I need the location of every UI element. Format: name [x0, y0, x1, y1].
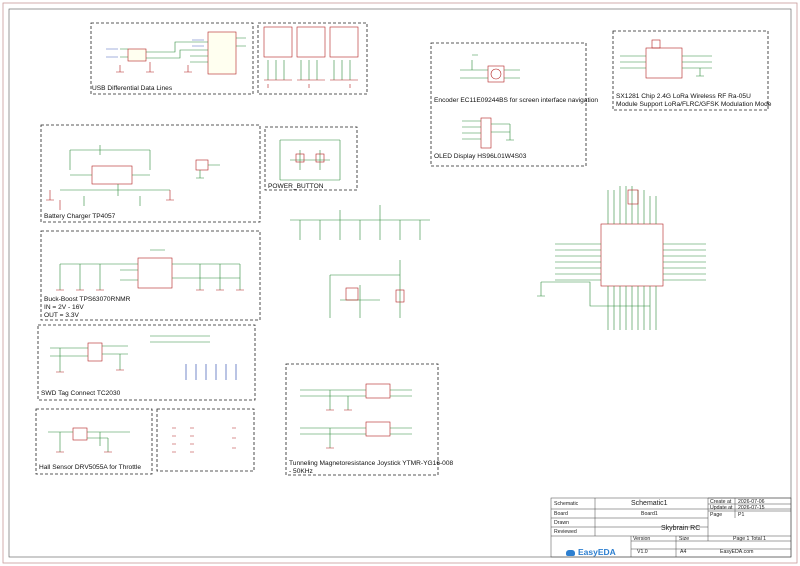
frame-battery: [40, 124, 261, 223]
label-encoder: Encoder EC11E09244BS for screen interfac…: [434, 97, 599, 104]
tb-board-label: Board: [554, 511, 568, 517]
tb-schematic-value: Schematic1: [631, 500, 668, 507]
tc2030-connector: [87, 342, 103, 362]
frame-joystick: [285, 363, 439, 476]
frame-joystick-pins: [156, 408, 255, 472]
connector-circuit: [263, 26, 359, 88]
usb-circuit: [106, 31, 246, 75]
label-power-button: POWER_BUTTON: [268, 183, 324, 190]
easyeda-logo-text: EasyEDA: [578, 547, 616, 557]
battery-circuit: [46, 145, 220, 210]
label-lora-module: Module Support LoRa/FLRC/GFSK Modulation…: [616, 101, 772, 108]
tb-page-label: Page: [710, 512, 723, 518]
label-battery: Battery Charger TP4057: [44, 213, 116, 220]
easyeda-logo-icon: [566, 549, 575, 556]
tb-schematic-label: Schematic: [554, 501, 579, 507]
power-button-circuit: [279, 139, 341, 181]
tb-drawn-label: Drawn: [554, 520, 569, 526]
tps63070-ic: [137, 257, 173, 289]
tb-reviewed-label: Reviewed: [554, 529, 577, 535]
label-lora-chip: SX1281 Chip 2.4G LoRa Wireless RF Ra-05U: [616, 93, 751, 100]
swd-circuit: [50, 335, 237, 380]
frame-connector: [257, 22, 368, 95]
label-swd: SWD Tag Connect TC2030: [41, 390, 121, 397]
label-oled: OLED Display HS96L01W4S03: [434, 153, 527, 160]
tb-update-value: 2026-07-15: [738, 505, 765, 511]
label-buck-boost: Buck-Boost TPS63070RNMR: [44, 296, 131, 303]
joystick-circuit: [300, 383, 412, 449]
oled-connector: [480, 117, 492, 149]
lora-circuit: [620, 39, 712, 79]
tb-page-count: Page 1 Total 1: [733, 536, 767, 542]
usb-connector-ic: [207, 31, 237, 75]
buck-boost-circuit: [56, 249, 244, 291]
tb-project-name: Skybrain RC: [661, 525, 701, 532]
mid-network-circuit: [290, 205, 430, 318]
mcu-ic: [600, 223, 664, 287]
joystick-pins-circuit: [172, 427, 236, 453]
mcu-circuit: [537, 186, 706, 330]
hall-circuit: [48, 427, 130, 453]
tb-update-label: Update at: [710, 505, 733, 511]
tb-page-value: P1: [738, 512, 745, 518]
encoder-symbol: [487, 65, 505, 83]
tb-size-label: Size: [679, 536, 690, 542]
label-hall: Hall Sensor DRV5055A for Throttle: [39, 464, 142, 471]
label-buck-boost-output: OUT = 3.3V: [44, 312, 79, 319]
tb-site: EasyEDA.com: [720, 549, 754, 555]
lora-module: [645, 47, 683, 79]
usb-esd-ic: [127, 48, 147, 62]
drv5055-ic: [72, 427, 88, 441]
label-joystick-frequency: - 50KHz: [289, 468, 313, 475]
frame-swd: [37, 324, 256, 401]
tb-version-value: V1.0: [637, 549, 648, 555]
tb-version-label: Version: [633, 536, 651, 542]
easyeda-logo: EasyEDA: [566, 547, 616, 557]
tp4057-ic: [91, 165, 133, 185]
tb-size-value: A4: [680, 549, 687, 555]
frame-power-button: [264, 126, 358, 191]
label-usb: USB Differential Data Lines: [92, 85, 173, 92]
label-joystick: Tunneling Magnetoresistance Joystick YTM…: [289, 460, 454, 467]
ytmr-sensor-top: [365, 383, 391, 399]
label-buck-boost-input: IN = 2V - 16V: [44, 304, 84, 311]
ytmr-sensor-bottom: [365, 421, 391, 437]
tb-board-value: Board1: [641, 511, 658, 517]
